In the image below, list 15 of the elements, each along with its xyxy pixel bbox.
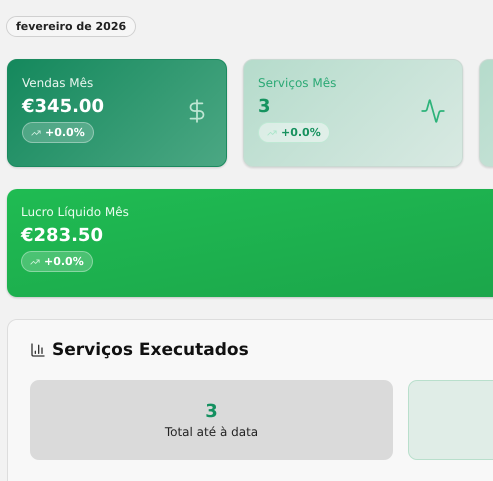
change-badge: +0.0% [21,251,93,272]
card-label: Serviços Mês [258,76,338,90]
card-label: Vendas Mês [22,76,94,90]
section-title: Serviços Executados [52,340,249,360]
tile-value: 3 [205,401,218,422]
pulse-icon [420,98,446,124]
bar-chart-icon [30,342,46,358]
tile-caption: Total até à data [164,425,258,439]
period-badge: fevereiro de 2026 [6,16,136,37]
card-value: €283.50 [21,225,103,246]
change-badge: +0.0% [22,122,94,143]
change-badge: +0.0% [258,122,330,143]
card-value: €345.00 [22,96,104,117]
card-label: Lucro Líquido Mês [21,205,130,219]
card-value: 3 [258,96,271,117]
